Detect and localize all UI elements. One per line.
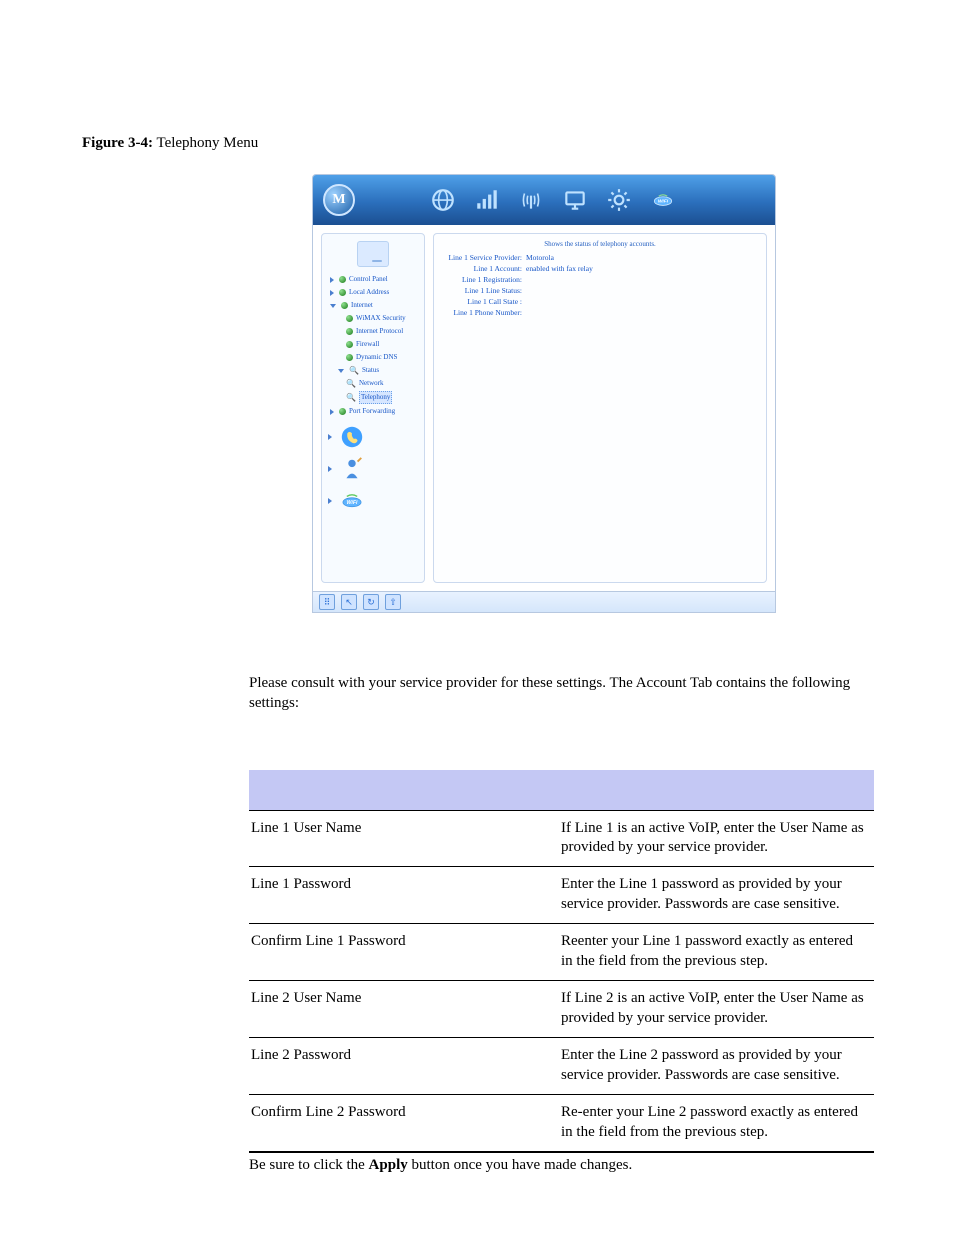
kv-row: Line 1 Registration: bbox=[442, 274, 758, 285]
table-row: Line 1 User Name If Line 1 is an active … bbox=[249, 810, 874, 867]
arrow-up-icon[interactable]: ⇧ bbox=[385, 594, 401, 610]
kv-row: Line 1 Account:enabled with fax relay bbox=[442, 263, 758, 274]
kv-row: Line 1 Line Status: bbox=[442, 285, 758, 296]
sidebar-item-internet[interactable]: Internet bbox=[324, 299, 422, 312]
signal-icon[interactable] bbox=[472, 185, 502, 215]
figure-label: Figure 3-4: bbox=[82, 135, 153, 151]
intro-paragraph: Please consult with your service provide… bbox=[249, 673, 874, 714]
table-row: Line 2 User Name If Line 2 is an active … bbox=[249, 981, 874, 1038]
kv-row: Line 1 Service Provider:Motorola bbox=[442, 252, 758, 263]
arrow-nw-icon[interactable]: ↖ bbox=[341, 594, 357, 610]
antenna-icon[interactable] bbox=[516, 185, 546, 215]
app-footer: ⠿ ↖ ↻ ⇧ bbox=[313, 591, 775, 612]
sidebar-top-icon bbox=[324, 241, 422, 267]
wifi-badge-icon: WiFi bbox=[338, 488, 366, 514]
figure-caption: Figure 3-4: Telephony Menu bbox=[82, 135, 874, 152]
sidebar-item-wimax-security[interactable]: WiMAX Security bbox=[324, 312, 422, 325]
settings-table: Line 1 User Name If Line 1 is an active … bbox=[249, 770, 874, 1153]
status-text: Shows the status of telephony accounts. bbox=[442, 240, 758, 248]
main-pane: Shows the status of telephony accounts. … bbox=[433, 233, 767, 583]
kv-row: Line 1 Call State : bbox=[442, 296, 758, 307]
logo-letter: M bbox=[332, 192, 345, 208]
sidebar-item-internet-protocol[interactable]: Internet Protocol bbox=[324, 325, 422, 338]
table-row: Line 2 Password Enter the Line 2 passwor… bbox=[249, 1038, 874, 1095]
screenshot-panel: M bbox=[312, 174, 776, 613]
wifi-icon[interactable]: WiFi bbox=[648, 185, 678, 215]
svg-text:WiFi: WiFi bbox=[347, 500, 358, 506]
app-header: M bbox=[313, 175, 775, 225]
magnifier-icon: 🔍 bbox=[349, 365, 359, 376]
sidebar-item-network[interactable]: 🔍Network bbox=[324, 377, 422, 390]
sidebar-section-person[interactable] bbox=[328, 456, 422, 482]
table-row: Confirm Line 2 Password Re-enter your Li… bbox=[249, 1094, 874, 1151]
sidebar-item-status[interactable]: 🔍Status bbox=[324, 364, 422, 377]
sidebar-item-firewall[interactable]: Firewall bbox=[324, 338, 422, 351]
grid-icon[interactable]: ⠿ bbox=[319, 594, 335, 610]
sidebar-item-dynamic-dns[interactable]: Dynamic DNS bbox=[324, 351, 422, 364]
sidebar-item-local-address[interactable]: Local Address bbox=[324, 286, 422, 299]
svg-text:WiFi: WiFi bbox=[658, 199, 669, 205]
sidebar-item-telephony[interactable]: 🔍Telephony bbox=[324, 390, 422, 405]
sidebar-section-phone[interactable] bbox=[328, 424, 422, 450]
sidebar-section-wifi[interactable]: WiFi bbox=[328, 488, 422, 514]
monitor-icon[interactable] bbox=[560, 185, 590, 215]
logo-icon: M bbox=[323, 184, 355, 216]
table-row: Line 1 Password Enter the Line 1 passwor… bbox=[249, 867, 874, 924]
refresh-icon[interactable]: ↻ bbox=[363, 594, 379, 610]
phone-icon bbox=[338, 424, 366, 450]
person-icon bbox=[338, 456, 366, 482]
figure-title: Telephony Menu bbox=[156, 135, 258, 151]
gear-icon[interactable] bbox=[604, 185, 634, 215]
kv-row: Line 1 Phone Number: bbox=[442, 307, 758, 318]
globe-icon[interactable] bbox=[428, 185, 458, 215]
closing-note: Be sure to click the Apply button once y… bbox=[249, 1153, 874, 1174]
magnifier-icon: 🔍 bbox=[346, 392, 356, 403]
sidebar: Control Panel Local Address Internet WiM… bbox=[321, 233, 425, 583]
magnifier-icon: 🔍 bbox=[346, 378, 356, 389]
sidebar-item-port-forwarding[interactable]: Port Forwarding bbox=[324, 405, 422, 418]
table-header-bar bbox=[249, 770, 874, 811]
table-row: Confirm Line 1 Password Reenter your Lin… bbox=[249, 924, 874, 981]
sidebar-item-control-panel[interactable]: Control Panel bbox=[324, 273, 422, 286]
